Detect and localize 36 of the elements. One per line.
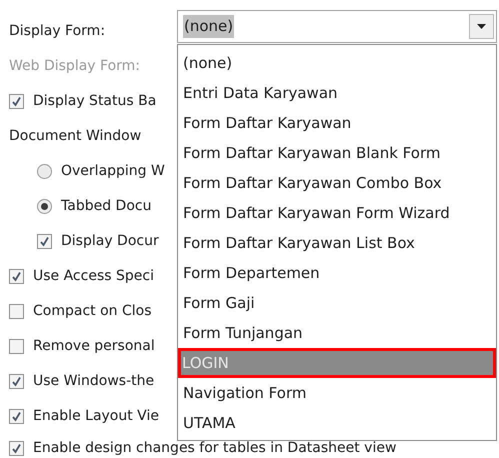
option-label: Enable Layout Vie	[33, 407, 159, 426]
list-item[interactable]: Form Daftar Karyawan Form Wizard	[178, 198, 496, 228]
list-item[interactable]: Navigation Form	[178, 378, 496, 408]
checkbox[interactable]	[9, 94, 24, 109]
checkbox[interactable]	[9, 441, 24, 456]
option-label: Display Docur	[61, 232, 159, 251]
option-label: Display Status Ba	[33, 92, 156, 111]
option-label: Use Windows-the	[33, 372, 154, 391]
option-label: Compact on Clos	[33, 302, 152, 321]
list-item[interactable]: Form Daftar Karyawan Blank Form	[178, 138, 496, 168]
checkbox[interactable]	[9, 374, 24, 389]
field-label: Display Form:	[9, 22, 106, 41]
list-item[interactable]: Form Gaji	[178, 288, 496, 318]
checkbox[interactable]	[9, 409, 24, 424]
list-item[interactable]: UTAMA	[178, 408, 496, 438]
option-label: Tabbed Docu	[61, 197, 152, 216]
list-item[interactable]: Entri Data Karyawan	[178, 78, 496, 108]
checkbox[interactable]	[9, 304, 24, 319]
list-item[interactable]: Form Tunjangan	[178, 318, 496, 348]
checkbox[interactable]	[37, 234, 52, 249]
radio-button[interactable]	[37, 164, 52, 179]
option-label: Enable design changes for tables in Datasheet view	[33, 439, 396, 458]
dropdown-field[interactable]: (none)	[177, 10, 497, 43]
list-item[interactable]: Form Daftar Karyawan	[178, 108, 496, 138]
checkbox[interactable]	[9, 269, 24, 284]
radio-button[interactable]	[37, 199, 52, 214]
list-item[interactable]: (none)	[178, 48, 496, 78]
option-label: Remove personal	[33, 337, 155, 356]
group-heading: Document Window	[9, 127, 142, 146]
list-item[interactable]: Form Daftar Karyawan List Box	[178, 228, 496, 258]
list-item[interactable]: Form Departemen	[178, 258, 496, 288]
option-label: Use Access Speci	[33, 267, 154, 286]
field-label: Web Display Form:	[9, 57, 140, 76]
checkbox[interactable]	[9, 339, 24, 354]
list-item[interactable]: Form Daftar Karyawan Combo Box	[178, 168, 496, 198]
option-label: Overlapping W	[61, 162, 165, 181]
